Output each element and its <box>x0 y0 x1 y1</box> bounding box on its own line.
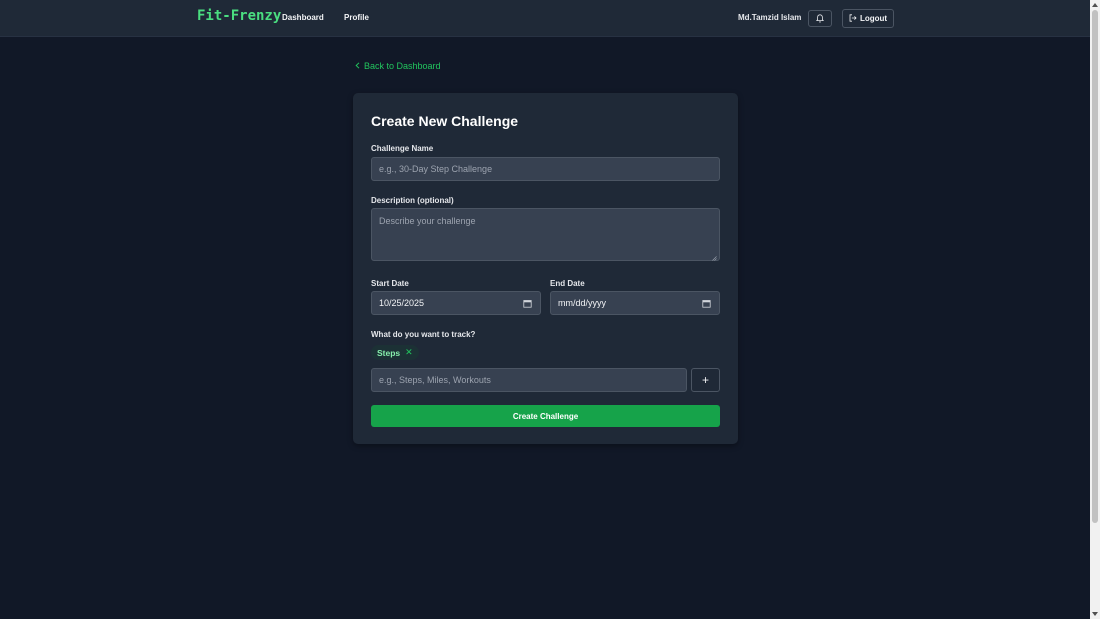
start-date-value: 10/25/2025 <box>379 298 425 308</box>
end-date-label: End Date <box>550 279 585 288</box>
brand-logo[interactable]: Fit-Frenzy <box>197 8 281 24</box>
add-metric-button[interactable]: + <box>691 368 720 392</box>
track-metric-placeholder: e.g., Steps, Miles, Workouts <box>379 375 491 385</box>
create-challenge-label: Create Challenge <box>512 411 579 421</box>
nav-link-profile[interactable]: Profile <box>344 13 369 22</box>
top-navbar: Fit-Frenzy Dashboard Profile Md.Tamzid I… <box>0 0 1090 37</box>
page-title: Create New Challenge <box>371 113 519 129</box>
challenge-name-input[interactable]: e.g., 30-Day Step Challenge <box>371 157 720 181</box>
challenge-name-label: Challenge Name <box>371 144 434 153</box>
logout-icon <box>849 13 857 24</box>
notifications-button[interactable] <box>808 10 832 27</box>
tag-label: Steps <box>377 347 401 358</box>
start-date-input[interactable]: 10/25/2025 <box>371 291 541 315</box>
back-link-label: Back to Dashboard <box>364 61 441 71</box>
tag-steps: Steps ✕ <box>371 345 419 360</box>
page-scrollbar[interactable] <box>1090 0 1100 619</box>
scroll-up-icon[interactable] <box>1092 3 1098 7</box>
logout-label: Logout <box>859 14 888 23</box>
description-label: Description (optional) <box>371 196 454 205</box>
logout-button[interactable]: Logout <box>842 9 894 28</box>
user-name: Md.Tamzid Islam <box>738 13 802 22</box>
end-date-value: mm/dd/yyyy <box>558 298 607 308</box>
calendar-icon[interactable] <box>702 299 711 310</box>
scroll-down-icon[interactable] <box>1092 612 1098 616</box>
track-metric-input[interactable]: e.g., Steps, Miles, Workouts <box>371 368 687 392</box>
nav-link-dashboard[interactable]: Dashboard <box>282 13 324 22</box>
scrollbar-thumb[interactable] <box>1092 10 1098 523</box>
calendar-icon[interactable] <box>523 299 532 310</box>
bell-icon <box>815 10 825 28</box>
plus-icon: + <box>701 373 709 387</box>
resize-grip-icon[interactable] <box>712 253 717 261</box>
chevron-left-icon <box>355 61 360 71</box>
track-label: What do you want to track? <box>371 330 476 339</box>
description-placeholder: Describe your challenge <box>379 216 476 226</box>
challenge-name-placeholder: e.g., 30-Day Step Challenge <box>379 164 493 174</box>
end-date-input[interactable]: mm/dd/yyyy <box>550 291 720 315</box>
create-challenge-button[interactable]: Create Challenge <box>371 405 720 427</box>
start-date-label: Start Date <box>371 279 409 288</box>
remove-tag-icon[interactable]: ✕ <box>405 347 413 358</box>
back-to-dashboard-link[interactable]: Back to Dashboard <box>355 61 441 71</box>
description-textarea[interactable]: Describe your challenge <box>371 208 720 261</box>
